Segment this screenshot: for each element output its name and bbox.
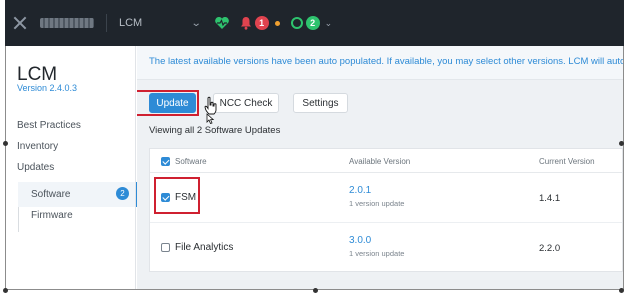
app-switcher-label[interactable]: LCM (119, 17, 142, 29)
table-row[interactable]: File Analytics 3.0.0 1 version update 2.… (150, 223, 622, 273)
current-version: 2.2.0 (539, 243, 561, 254)
top-nav-bar: LCM ⌄ 1 2 ⌄ (5, 0, 624, 46)
column-header-software: Software (175, 157, 207, 166)
resize-handle[interactable] (619, 141, 624, 146)
health-heart-icon[interactable] (214, 16, 230, 30)
warning-dot-icon (274, 20, 280, 26)
column-header-current-version: Current Version (539, 157, 595, 166)
sidebar-item-software-label[interactable]: Software (31, 189, 70, 200)
available-version-link[interactable]: 3.0.0 (349, 235, 371, 246)
resize-handle[interactable] (313, 288, 318, 293)
cluster-name-redacted[interactable] (40, 18, 94, 28)
row-checkbox[interactable] (161, 243, 170, 252)
tasks-count-badge[interactable]: 2 (305, 16, 320, 30)
software-updates-table: Software Available Version Current Versi… (149, 148, 623, 272)
resize-handle[interactable] (3, 288, 8, 293)
chevron-down-icon[interactable]: ⌄ (191, 18, 202, 29)
info-banner: The latest available versions have been … (137, 46, 623, 80)
banner-text: The latest available versions have been … (149, 56, 623, 67)
sidebar-divider (135, 46, 136, 289)
select-all-checkbox[interactable] (161, 157, 170, 166)
table-row[interactable]: FSM 2.0.1 1 version update 1.4.1 (150, 173, 622, 223)
fsm-highlight-box (154, 177, 200, 214)
chevron-down-icon[interactable]: ⌄ (325, 18, 333, 29)
sidebar-item-updates[interactable]: Updates (17, 162, 54, 173)
resize-handle[interactable] (619, 288, 624, 293)
ncc-check-button[interactable]: NCC Check (213, 93, 279, 113)
alerts-count-badge[interactable]: 1 (254, 16, 269, 30)
main-content: The latest available versions have been … (137, 46, 623, 289)
sidebar-item-inventory[interactable]: Inventory (17, 141, 58, 152)
available-version-link[interactable]: 2.0.1 (349, 185, 371, 196)
nutanix-x-icon[interactable] (13, 16, 27, 30)
sidebar-item-best-practices[interactable]: Best Practices (17, 120, 81, 131)
update-highlight-box (137, 90, 199, 116)
hand-cursor-icon (204, 96, 217, 124)
lcm-sidebar: LCM Version 2.4.0.3 Best Practices Inven… (6, 46, 137, 289)
viewing-count-label: Viewing all 2 Software Updates (149, 125, 281, 136)
current-version: 1.4.1 (539, 193, 561, 204)
settings-button[interactable]: Settings (293, 93, 348, 113)
column-header-available-version: Available Version (349, 157, 411, 166)
software-name: File Analytics (175, 242, 234, 253)
version-label: Version 2.4.0.3 (17, 83, 78, 93)
resize-handle[interactable] (3, 141, 8, 146)
tasks-circle-icon[interactable] (290, 17, 303, 29)
sidebar-item-firmware[interactable]: Firmware (31, 210, 73, 221)
nav-divider (106, 14, 107, 32)
table-header: Software Available Version Current Versi… (150, 149, 622, 173)
version-update-note: 1 version update (349, 199, 405, 208)
version-update-note: 1 version update (349, 249, 405, 258)
alerts-bell-icon[interactable] (240, 16, 252, 30)
software-count-badge: 2 (116, 187, 129, 200)
